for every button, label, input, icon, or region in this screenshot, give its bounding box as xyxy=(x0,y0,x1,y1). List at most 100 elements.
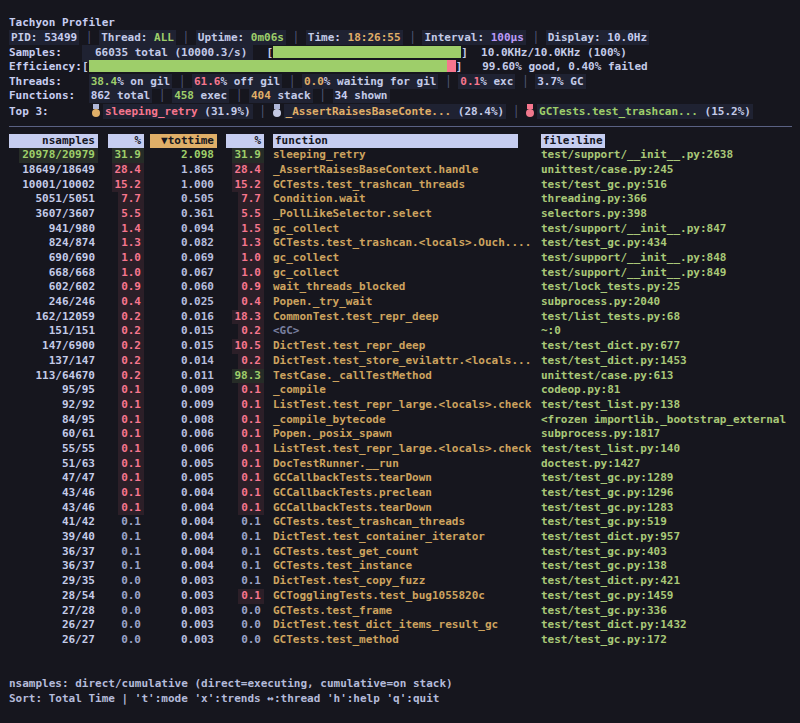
cell-pct-direct: 0.2 xyxy=(118,310,144,325)
cell-pct-cumulative: 0.1 xyxy=(238,515,264,530)
cell-file: test/test_gc.py:1459 xyxy=(541,589,673,602)
cell-pct-direct: 0.2 xyxy=(118,324,144,339)
cell-nsamples: 602/602 xyxy=(46,280,98,295)
cell-tottime: 0.016 xyxy=(178,310,217,325)
threads-label: Threads: xyxy=(9,75,82,90)
cell-pct-direct: 0.1 xyxy=(118,501,144,516)
cell-function: DictTest.test_dict_items_result_gc xyxy=(273,618,498,631)
cell-function: GCTests.test_get_count xyxy=(273,545,419,558)
separator xyxy=(9,126,792,127)
cell-file: subprocess.py:1817 xyxy=(541,427,660,440)
top3-label: Top 3: xyxy=(9,105,92,120)
threads-seg-off-gil: 61.6% off gil xyxy=(192,74,282,89)
cell-pct-cumulative: 0.1 xyxy=(238,427,264,442)
table-row: 824/8741.30.0821.3GCTests.test_trashcan.… xyxy=(9,236,800,251)
cell-pct-direct: 1.0 xyxy=(118,251,144,266)
cell-nsamples: 941/980 xyxy=(46,222,98,237)
table-row: 246/2460.40.0250.4Popen._try_waitsubproc… xyxy=(9,295,800,310)
footer-note: nsamples: direct/cumulative (direct=exec… xyxy=(9,677,800,692)
functions-seg-shown: 34 shown xyxy=(333,88,390,103)
cell-nsamples: 162/12059 xyxy=(32,310,98,325)
cell-pct-direct: 0.2 xyxy=(118,369,144,384)
cell-function: ListTest.test_repr_large.<locals>.check xyxy=(273,398,531,411)
table-row: 43/460.10.0040.1GCCallbackTests.tearDown… xyxy=(9,501,800,516)
cell-function: gc_collect xyxy=(273,266,339,279)
cell-nsamples: 29/35 xyxy=(59,574,98,589)
cell-function: _compile xyxy=(273,383,326,396)
cell-pct-cumulative: 18.3 xyxy=(232,310,265,325)
cell-pct-direct: 0.1 xyxy=(118,559,144,574)
cell-pct-direct: 0.1 xyxy=(118,398,144,413)
cell-nsamples: 39/40 xyxy=(59,530,98,545)
cell-pct-direct: 5.5 xyxy=(118,207,144,222)
cell-file: unittest/case.py:613 xyxy=(541,369,673,382)
col-header-tottime: ▼tottime xyxy=(150,134,217,149)
cell-pct-cumulative: 0.0 xyxy=(238,618,264,633)
functions-seg-stack: 404 stack xyxy=(249,88,313,103)
efficiency-line: Efficiency:[] 99.60% good, 0.40% failed xyxy=(9,60,800,75)
cell-function: GCTests.test_trashcan_threads xyxy=(273,178,465,191)
table-row: 137/1470.20.0140.2DictTest.test_store_ev… xyxy=(9,354,800,369)
table-row: 3607/36075.50.3615.5_PollLikeSelector.se… xyxy=(9,207,800,222)
table-header: nsamples % ▼tottime % function file:line xyxy=(9,134,800,149)
cell-pct-direct: 0.1 xyxy=(118,427,144,442)
cell-tottime: 0.004 xyxy=(178,530,217,545)
status-display: Display: 10.0Hz xyxy=(546,30,649,45)
cell-file: test/test_gc.py:516 xyxy=(541,178,667,191)
cell-pct-direct: 0.1 xyxy=(118,486,144,501)
threads-seg-GC: 3.7% GC xyxy=(535,74,585,89)
cell-pct-direct: 0.2 xyxy=(118,339,144,354)
cell-nsamples: 668/668 xyxy=(46,266,98,281)
cell-pct-cumulative: 0.9 xyxy=(238,280,264,295)
cell-tottime: 0.361 xyxy=(178,207,217,222)
efficiency-text: 99.60% good, 0.40% failed xyxy=(482,60,648,73)
cell-file: test/test_dict.py:957 xyxy=(541,530,680,543)
cell-nsamples: 84/95 xyxy=(59,413,98,428)
table-row: 162/120590.20.01618.3CommonTest.test_rep… xyxy=(9,310,800,325)
cell-pct-cumulative: 28.4 xyxy=(232,163,265,178)
cell-pct-cumulative: 0.1 xyxy=(238,413,264,428)
status-pid: PID: 53499 xyxy=(9,30,79,45)
cell-pct-cumulative: 1.0 xyxy=(238,251,264,266)
threads-seg-exc: 0.1% exc xyxy=(458,74,515,89)
functions-seg-exec: 458 exec xyxy=(172,88,229,103)
samples-rate: 10.0KHz/10.0KHz (100%) xyxy=(481,46,627,59)
cell-file: test/test_list.py:140 xyxy=(541,442,680,455)
cell-pct-direct: 0.0 xyxy=(118,574,144,589)
status-time: Time: 18:26:55 xyxy=(306,30,403,45)
cell-tottime: 0.060 xyxy=(178,280,217,295)
cell-nsamples: 55/55 xyxy=(59,442,98,457)
cell-file: test/support/__init__.py:847 xyxy=(541,222,726,235)
cell-pct-cumulative: 10.5 xyxy=(232,339,265,354)
table-row: 60/610.10.0060.1Popen._posix_spawnsubpro… xyxy=(9,427,800,442)
cell-file: subprocess.py:2040 xyxy=(541,295,660,308)
cell-function: GCTests.test_frame xyxy=(273,604,392,617)
cell-file: test/test_gc.py:519 xyxy=(541,515,667,528)
table-row: 18649/1864928.41.86528.4_AssertRaisesBas… xyxy=(9,163,800,178)
cell-pct-direct: 15.2 xyxy=(112,178,145,193)
table-row: 668/6681.00.0671.0gc_collecttest/support… xyxy=(9,266,800,281)
cell-file: test/test_gc.py:403 xyxy=(541,545,667,558)
cell-file: test/support/__init__.py:848 xyxy=(541,251,726,264)
cell-nsamples: 26/27 xyxy=(59,633,98,648)
cell-tottime: 0.009 xyxy=(178,383,217,398)
cell-pct-cumulative: 0.2 xyxy=(238,354,264,369)
table-row: 602/6020.90.0600.9wait_threads_blockedte… xyxy=(9,280,800,295)
cell-pct-direct: 0.1 xyxy=(118,413,144,428)
cell-nsamples: 147/6900 xyxy=(39,339,98,354)
cell-file: ~:0 xyxy=(541,324,561,337)
cell-pct-direct: 0.2 xyxy=(118,354,144,369)
cell-function: GCCallbackTests.tearDown xyxy=(273,501,432,514)
cell-pct-cumulative: 0.1 xyxy=(238,486,264,501)
table-row: 26/270.00.0030.0GCTests.test_methodtest/… xyxy=(9,633,800,648)
cell-nsamples: 60/61 xyxy=(59,427,98,442)
cell-function: GCTests.test_instance xyxy=(273,559,412,572)
cell-tottime: 0.006 xyxy=(178,442,217,457)
cell-tottime: 0.006 xyxy=(178,427,217,442)
cell-tottime: 0.505 xyxy=(178,192,217,207)
cell-function: wait_threads_blocked xyxy=(273,280,405,293)
status-bar: PID: 53499 │ Thread: ALL │ Uptime: 0m06s… xyxy=(9,31,800,46)
table-row: 43/460.10.0040.1GCCallbackTests.preclean… xyxy=(9,486,800,501)
cell-file: test/test_dict.py:677 xyxy=(541,339,680,352)
cell-nsamples: 36/37 xyxy=(59,545,98,560)
